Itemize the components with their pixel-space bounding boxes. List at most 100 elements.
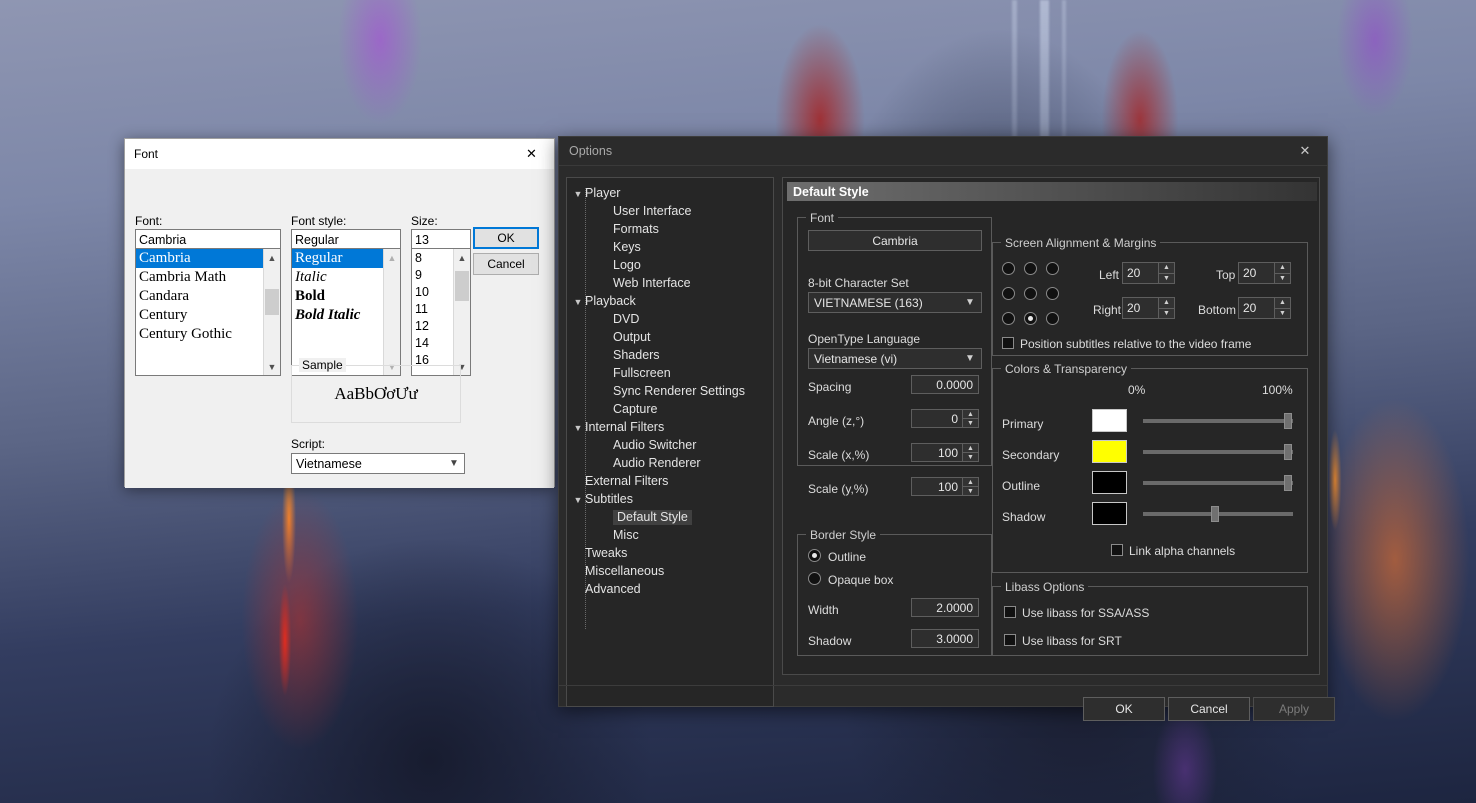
shadow-alpha-slider[interactable] [1143,506,1293,522]
chevron-down-icon[interactable]: ▼ [1275,308,1290,318]
tree-item-capture[interactable]: Capture [567,400,773,418]
chevron-down-icon[interactable]: ▼ [1159,273,1174,283]
list-item[interactable]: 10 [412,284,453,301]
border-width-field[interactable]: 2.0000 [911,598,979,617]
outline-radio[interactable] [808,549,821,562]
tree-item-logo[interactable]: Logo [567,256,773,274]
list-item[interactable]: Regular [292,249,383,268]
tree-item-fullscreen[interactable]: Fullscreen [567,364,773,382]
list-item[interactable]: Candara [136,287,263,306]
chevron-down-icon[interactable]: ▼ [1275,273,1290,283]
shadow-color-swatch[interactable] [1092,502,1127,525]
primary-color-swatch[interactable] [1092,409,1127,432]
spacing-field[interactable]: 0.0000 [911,375,979,394]
font-style-input[interactable] [291,229,401,250]
tree-item-sync-renderer-settings[interactable]: Sync Renderer Settings [567,382,773,400]
charset-select[interactable]: VIETNAMESE (163) ▼ [808,292,982,313]
tree-item-output[interactable]: Output [567,328,773,346]
chevron-down-icon[interactable]: ▼ [963,419,978,427]
margin-right-stepper[interactable]: 20 ▲ ▼ [1122,297,1175,319]
margin-left-stepper[interactable]: 20 ▲ ▼ [1122,262,1175,284]
chevron-down-icon[interactable]: ▼ [963,487,978,495]
align-radio-bottom-right[interactable] [1046,312,1059,325]
spinner-buttons[interactable]: ▲ ▼ [962,410,978,427]
tree-item-external-filters[interactable]: External Filters [567,472,773,490]
chevron-down-icon[interactable]: ▼ [571,491,585,509]
list-item[interactable]: Century Gothic [136,325,263,344]
spinner-buttons[interactable]: ▲ ▼ [1274,263,1290,283]
list-item[interactable]: 8 [412,250,453,267]
outline-alpha-slider[interactable] [1143,475,1293,491]
tree-item-audio-renderer[interactable]: Audio Renderer [567,454,773,472]
scrollbar-thumb[interactable] [455,271,469,301]
font-select-button[interactable]: Cambria [808,230,982,251]
slider-thumb[interactable] [1211,506,1219,522]
tree-item-internal-filters[interactable]: ▼ Internal Filters [567,418,773,436]
tree-item-user-interface[interactable]: User Interface [567,202,773,220]
tree-item-shaders[interactable]: Shaders [567,346,773,364]
libass-srt-checkbox[interactable] [1004,634,1016,646]
list-item[interactable]: 9 [412,267,453,284]
chevron-down-icon[interactable]: ▼ [571,293,585,311]
chevron-up-icon[interactable]: ▲ [1275,263,1290,274]
list-item[interactable]: 14 [412,335,453,352]
border-shadow-field[interactable]: 3.0000 [911,629,979,648]
chevron-down-icon[interactable]: ▼ [959,353,981,364]
libass-srt-label[interactable]: Use libass for SRT [1022,634,1122,648]
font-list-scrollbar[interactable]: ▲ ▼ [263,249,280,375]
list-item[interactable]: 11 [412,301,453,318]
chevron-down-icon[interactable]: ▼ [963,453,978,461]
position-relative-label[interactable]: Position subtitles relative to the video… [1020,337,1251,351]
chevron-up-icon[interactable]: ▲ [963,444,978,453]
slider-thumb[interactable] [1284,444,1292,460]
ok-button[interactable]: OK [473,227,539,249]
list-item[interactable]: Bold Italic [292,306,383,325]
ok-button[interactable]: OK [1083,697,1165,721]
margin-top-stepper[interactable]: 20 ▲ ▼ [1238,262,1291,284]
tree-item-subtitles[interactable]: ▼ Subtitles [567,490,773,508]
spinner-buttons[interactable]: ▲ ▼ [962,444,978,461]
close-icon[interactable]: ✕ [1283,137,1327,166]
tree-item-playback[interactable]: ▼ Playback [567,292,773,310]
position-relative-checkbox[interactable] [1002,337,1014,349]
chevron-down-icon[interactable]: ▼ [264,358,280,375]
list-item[interactable]: Century [136,306,263,325]
align-radio-top-right[interactable] [1046,262,1059,275]
chevron-up-icon[interactable]: ▲ [264,249,280,266]
chevron-up-icon[interactable]: ▲ [1159,298,1174,309]
align-radio-middle-left[interactable] [1002,287,1015,300]
cancel-button[interactable]: Cancel [1168,697,1250,721]
tree-item-misc[interactable]: Misc [567,526,773,544]
tree-item-audio-switcher[interactable]: Audio Switcher [567,436,773,454]
font-style-list[interactable]: Regular Italic Bold Bold Italic ▲ ▼ [291,248,401,376]
font-size-scrollbar[interactable]: ▲ ▼ [453,249,470,375]
align-radio-top-left[interactable] [1002,262,1015,275]
tree-item-dvd[interactable]: DVD [567,310,773,328]
font-size-input[interactable] [411,229,471,250]
align-radio-bottom-left[interactable] [1002,312,1015,325]
tree-item-formats[interactable]: Formats [567,220,773,238]
chevron-down-icon[interactable]: ▼ [444,458,464,469]
scale-y-stepper[interactable]: 100 ▲ ▼ [911,477,979,496]
list-item[interactable]: Bold [292,287,383,306]
tree-item-keys[interactable]: Keys [567,238,773,256]
close-icon[interactable]: ✕ [509,139,554,169]
margin-bottom-stepper[interactable]: 20 ▲ ▼ [1238,297,1291,319]
tree-item-tweaks[interactable]: Tweaks [567,544,773,562]
list-item[interactable]: Cambria [136,249,263,268]
spinner-buttons[interactable]: ▲ ▼ [1158,263,1174,283]
tree-item-miscellaneous[interactable]: Miscellaneous [567,562,773,580]
chevron-down-icon[interactable]: ▼ [1159,308,1174,318]
opaque-box-radio[interactable] [808,572,821,585]
link-alpha-checkbox[interactable] [1111,544,1123,556]
chevron-down-icon[interactable]: ▼ [571,185,585,203]
align-radio-bottom-center[interactable] [1024,312,1037,325]
secondary-alpha-slider[interactable] [1143,444,1293,460]
chevron-down-icon[interactable]: ▼ [959,297,981,308]
angle-stepper[interactable]: 0 ▲ ▼ [911,409,979,428]
spinner-buttons[interactable]: ▲ ▼ [1274,298,1290,318]
opaque-box-label[interactable]: Opaque box [828,573,893,587]
cancel-button[interactable]: Cancel [473,253,539,275]
font-name-input[interactable] [135,229,281,250]
font-size-list[interactable]: 8 9 10 11 12 14 16 ▲ ▼ [411,248,471,376]
